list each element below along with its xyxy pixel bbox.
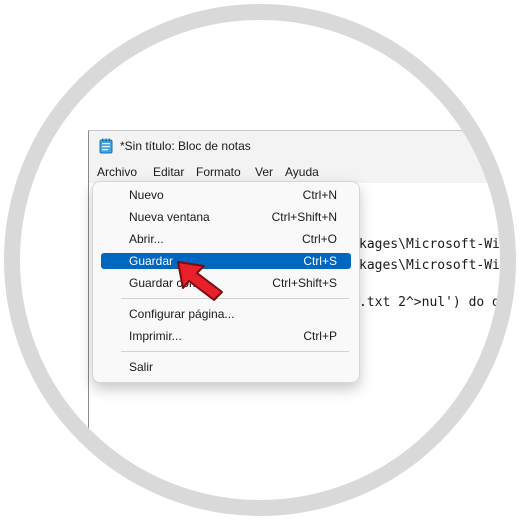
menu-archivo[interactable]: Archivo [97,165,137,179]
editor-line: kages\Microsoft-Wind [359,258,516,273]
notepad-icon [99,138,113,154]
menu-item-nueva-ventana[interactable]: Nueva ventana Ctrl+Shift+N [101,209,351,225]
menu-item-label: Abrir... [129,232,164,246]
menu-item-configurar-pagina[interactable]: Configurar página... [101,306,351,322]
menu-item-label: Guardar [129,254,174,268]
menu-separator [121,351,349,352]
menu-item-shortcut: Ctrl+N [302,188,337,202]
red-arrow-cursor-icon [177,261,223,301]
menu-item-label: Salir [129,360,154,374]
menu-item-label: Nuevo [129,188,164,202]
menu-item-label: Nueva ventana [129,210,210,224]
menu-formato[interactable]: Formato [196,165,241,179]
menu-item-shortcut: Ctrl+Shift+N [271,210,337,224]
menu-item-shortcut: Ctrl+O [301,232,337,246]
menu-item-shortcut: Ctrl+P [303,329,337,343]
menu-item-shortcut: Ctrl+S [303,254,337,268]
window-title: *Sin título: Bloc de notas [120,139,251,153]
title-bar: *Sin título: Bloc de notas [89,131,516,161]
menu-item-imprimir[interactable]: Imprimir... Ctrl+P [101,328,351,344]
menu-ayuda[interactable]: Ayuda [285,165,319,179]
circular-crop-frame: *Sin título: Bloc de notas Archivo Edita… [4,4,516,516]
menu-editar[interactable]: Editar [153,165,184,179]
editor-line: kages\Microsoft-Wind [359,237,516,252]
menu-ver[interactable]: Ver [255,165,273,179]
menu-item-label: Configurar página... [129,307,235,321]
menu-item-shortcut: Ctrl+Shift+S [272,276,337,290]
menu-item-salir[interactable]: Salir [101,359,351,375]
menu-separator [121,298,349,299]
editor-line: .txt 2^>nul') do dis [359,295,516,310]
menu-item-abrir[interactable]: Abrir... Ctrl+O [101,231,351,247]
menu-item-label: Imprimir... [129,329,182,343]
menu-item-nuevo[interactable]: Nuevo Ctrl+N [101,187,351,203]
menu-bar: Archivo Editar Formato Ver Ayuda [89,161,516,183]
